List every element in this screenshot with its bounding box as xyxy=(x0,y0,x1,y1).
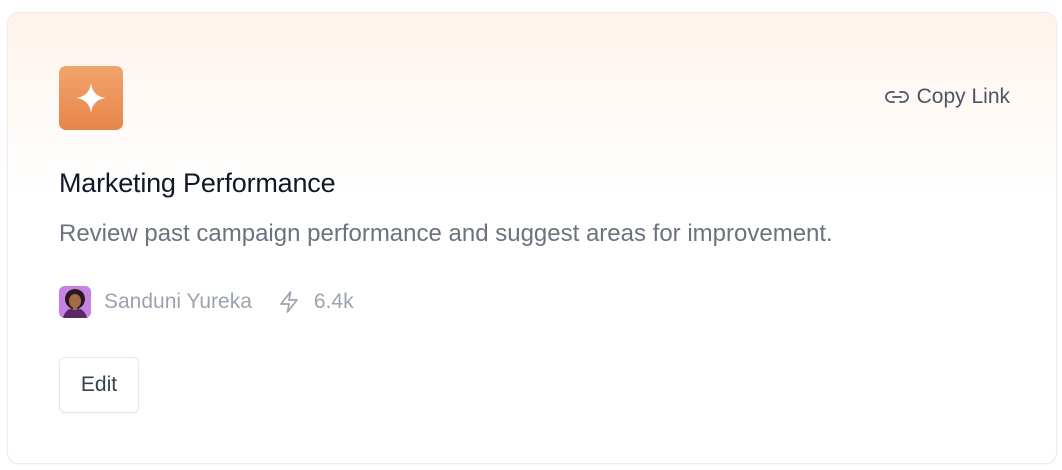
copy-link-button[interactable]: Copy Link xyxy=(884,85,1010,109)
prompt-title: Marketing Performance xyxy=(59,168,336,198)
avatar xyxy=(59,286,91,318)
prompt-card: Copy Link Marketing Performance Review p… xyxy=(7,12,1057,464)
sparkle-icon xyxy=(59,66,123,130)
usage-count: 6.4k xyxy=(313,290,354,313)
bolt-icon xyxy=(278,290,300,314)
link-icon xyxy=(884,89,910,105)
prompt-description: Review past campaign performance and sug… xyxy=(59,220,833,247)
prompt-meta: Sanduni Yureka 6.4k xyxy=(59,285,354,319)
copy-link-label: Copy Link xyxy=(916,85,1010,108)
edit-button[interactable]: Edit xyxy=(59,357,139,413)
author-name: Sanduni Yureka xyxy=(104,290,252,313)
